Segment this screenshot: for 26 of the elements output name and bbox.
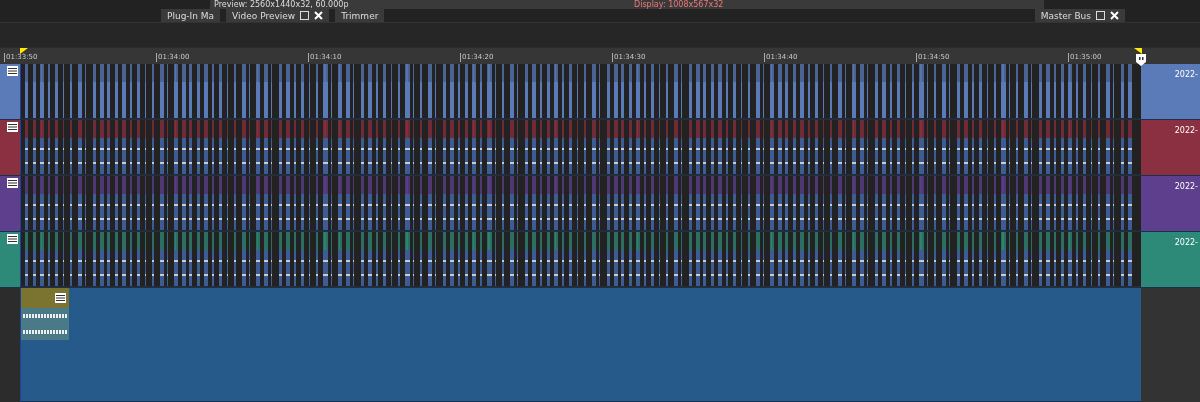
clip[interactable]: 2022- (1141, 176, 1200, 231)
close-icon[interactable] (1110, 11, 1119, 20)
dock-tab[interactable]: Plug-In Ma (161, 9, 221, 22)
clip-label: 2022- (1174, 70, 1199, 79)
preview-info: Preview: 2560x1440x32, 60.000p (210, 0, 624, 9)
maximize-icon[interactable] (300, 11, 310, 20)
clip[interactable]: 2022- (1141, 64, 1200, 119)
close-icon[interactable] (314, 11, 324, 20)
playhead-icon[interactable] (1136, 54, 1146, 66)
clip[interactable]: 2022- (1141, 232, 1200, 287)
clip-label: 2022- (1174, 182, 1199, 191)
menu-icon[interactable] (7, 66, 18, 76)
clip[interactable]: 2022- (1141, 120, 1200, 175)
maximize-icon[interactable] (1096, 11, 1105, 20)
dock-tab[interactable]: Trimmer (335, 9, 385, 22)
audio-clip[interactable] (21, 288, 69, 340)
dock-tab[interactable]: Master Bus (1034, 9, 1125, 22)
clip-label: 2022- (1174, 238, 1199, 247)
menu-icon[interactable] (7, 234, 18, 244)
menu-icon[interactable] (55, 293, 66, 303)
waveform-drawing (21, 308, 69, 340)
dock-tab[interactable]: Video Preview (226, 9, 330, 22)
display-info: Display: 1008x567x32 (624, 0, 1044, 9)
menu-icon[interactable] (7, 178, 18, 188)
menu-icon[interactable] (7, 122, 18, 132)
clip-label: 2022- (1174, 126, 1199, 135)
